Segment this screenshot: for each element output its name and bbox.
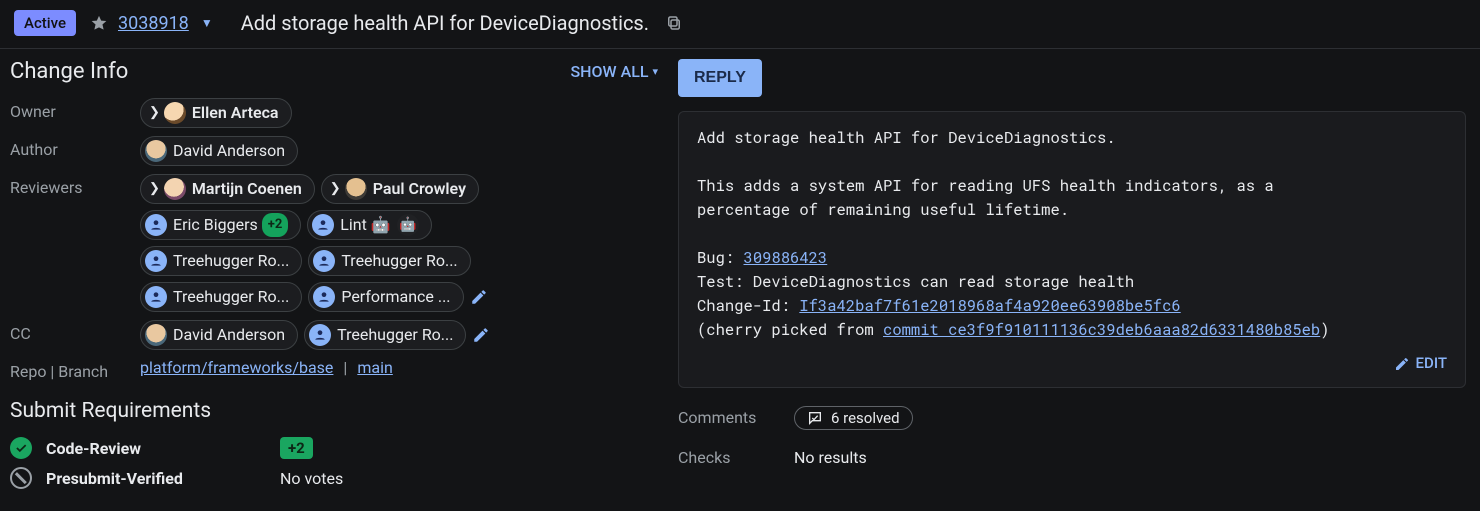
comments-label: Comments: [678, 408, 774, 427]
edit-reviewers-button[interactable]: [470, 288, 488, 306]
changeid-label: Change-Id:: [697, 296, 799, 316]
avatar-placeholder-icon: [145, 286, 167, 308]
reviewer-chip[interactable]: ❯ Paul Crowley: [321, 174, 479, 204]
bug-label: Bug:: [697, 248, 744, 268]
edit-commit-message-button[interactable]: EDIT: [1394, 352, 1447, 375]
repo-branch-label: Repo | Branch: [10, 358, 140, 381]
attention-arrow-icon: ❯: [149, 177, 160, 201]
avatar: [345, 178, 367, 200]
commit-subject: Add storage health API for DeviceDiagnos…: [697, 128, 1116, 148]
reviewer-chip[interactable]: Treehugger Ro...: [140, 282, 302, 312]
edit-cc-button[interactable]: [472, 326, 490, 344]
owner-label: Owner: [10, 98, 140, 121]
cc-chip[interactable]: Treehugger Ro...: [304, 320, 466, 350]
commit-message-panel: REPLY Add storage health API for DeviceD…: [678, 59, 1466, 493]
change-number-link[interactable]: 3038918: [118, 13, 189, 34]
avatar: [145, 140, 167, 162]
vote-badge: +2: [262, 213, 289, 237]
checks-label: Checks: [678, 448, 774, 467]
avatar-placeholder-icon: [309, 324, 331, 346]
avatar: [145, 324, 167, 346]
avatar-placeholder-icon: [145, 250, 167, 272]
reviewer-chip[interactable]: Treehugger Ro...: [308, 246, 470, 276]
bug-link[interactable]: 309886423: [744, 248, 828, 268]
status-badge: Active: [14, 10, 76, 36]
robot-icon: 🤖: [397, 214, 419, 236]
avatar-placeholder-icon: [313, 250, 335, 272]
reviewer-chip[interactable]: ❯ Martijn Coenen: [140, 174, 315, 204]
comments-resolved-pill[interactable]: 6 resolved: [794, 406, 913, 430]
avatar-placeholder-icon: [312, 214, 334, 236]
change-header: Active 3038918 ▼ Add storage health API …: [0, 0, 1480, 49]
copy-icon[interactable]: [665, 14, 683, 32]
show-all-button[interactable]: SHOW ALL ▾: [570, 62, 658, 81]
branch-link[interactable]: main: [357, 358, 392, 377]
cherry-pick-suffix: ): [1320, 320, 1329, 340]
chevron-down-icon: ▾: [652, 65, 658, 78]
avatar: [164, 102, 186, 124]
comment-icon: [807, 410, 823, 426]
changeid-link[interactable]: If3a42baf7f61e2018968af4a920ee63908be5fc…: [799, 296, 1180, 316]
avatar: [164, 178, 186, 200]
reviewer-chip[interactable]: Treehugger Ro...: [140, 246, 302, 276]
requirement-row: Code-Review +2: [10, 433, 658, 463]
reviewer-chip[interactable]: Lint 🤖 🤖: [307, 210, 431, 240]
avatar-placeholder-icon: [313, 286, 335, 308]
commit-message-box: Add storage health API for DeviceDiagnos…: [678, 111, 1466, 388]
chevron-down-icon[interactable]: ▼: [201, 16, 213, 30]
reviewers-label: Reviewers: [10, 174, 140, 197]
owner-chip[interactable]: ❯ Ellen Arteca: [140, 98, 292, 128]
repo-link[interactable]: platform/frameworks/base: [140, 358, 333, 377]
cc-chip[interactable]: David Anderson: [140, 320, 298, 350]
star-icon[interactable]: [90, 14, 108, 32]
vote-pill[interactable]: +2: [280, 437, 313, 459]
cc-label: CC: [10, 320, 140, 343]
no-votes-text: No votes: [280, 469, 343, 488]
reviewer-chip[interactable]: Performance ...: [308, 282, 463, 312]
cherry-pick-prefix: (cherry picked from: [697, 320, 883, 340]
cherry-pick-commit-link[interactable]: commit ce3f9f910111136c39deb6aaa82d63314…: [883, 320, 1320, 340]
change-info-panel: Change Info SHOW ALL ▾ Owner ❯ Ellen Art…: [10, 59, 658, 493]
commit-body-line: percentage of remaining useful lifetime.: [697, 200, 1069, 220]
checks-value: No results: [794, 448, 867, 467]
change-title: Add storage health API for DeviceDiagnos…: [241, 11, 649, 35]
change-info-heading: Change Info: [10, 59, 128, 84]
author-label: Author: [10, 136, 140, 159]
reviewer-chip[interactable]: Eric Biggers +2: [140, 210, 301, 240]
separator: |: [339, 358, 351, 377]
avatar-placeholder-icon: [145, 214, 167, 236]
author-chip[interactable]: David Anderson: [140, 136, 298, 166]
block-circle-icon: [10, 467, 32, 489]
test-line: Test: DeviceDiagnostics can read storage…: [697, 272, 1134, 292]
reply-button[interactable]: REPLY: [678, 59, 762, 97]
commit-body-line: This adds a system API for reading UFS h…: [697, 176, 1274, 196]
attention-arrow-icon: ❯: [330, 177, 341, 201]
attention-arrow-icon: ❯: [149, 101, 160, 125]
check-circle-icon: [10, 437, 32, 459]
submit-requirements-heading: Submit Requirements: [10, 399, 658, 423]
requirement-row: Presubmit-Verified No votes: [10, 463, 658, 493]
